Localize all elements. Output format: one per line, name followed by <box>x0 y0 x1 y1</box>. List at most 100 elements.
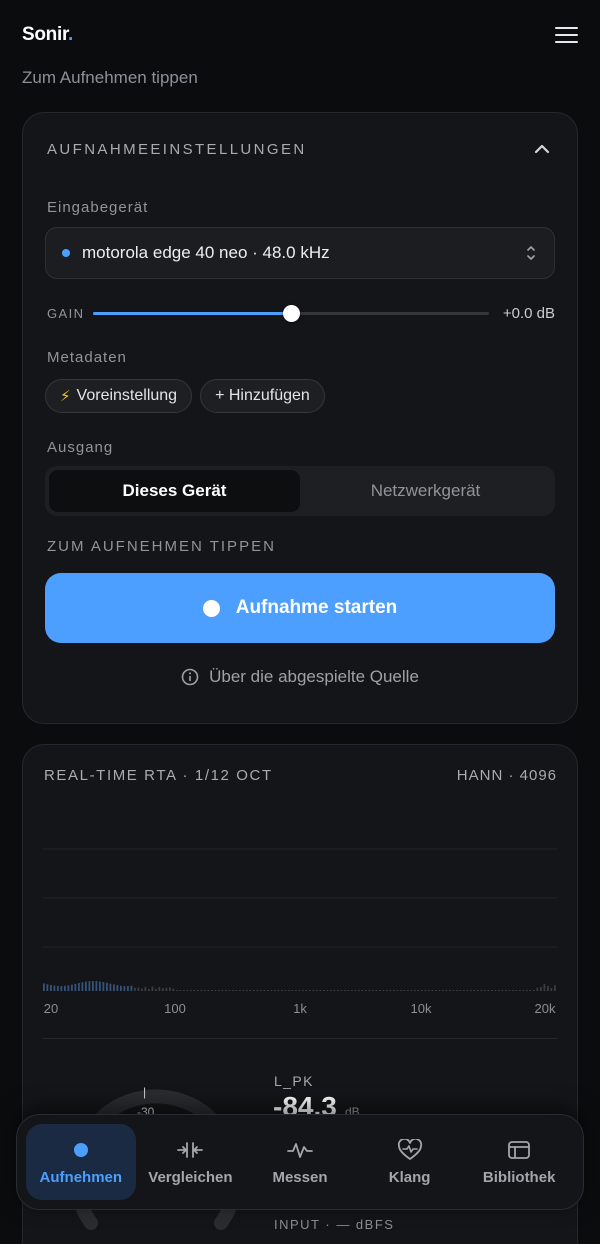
spectrum-bar <box>127 986 129 991</box>
spectrum-bar <box>375 990 378 991</box>
add-metadata-chip[interactable]: + Hinzufügen <box>200 379 325 413</box>
rta-spectrum-plot <box>43 848 557 991</box>
spectrum-bar <box>239 990 241 991</box>
spectrum-bar <box>386 990 388 991</box>
spectrum-bar <box>288 990 290 991</box>
spectrum-bar <box>193 990 196 991</box>
spectrum-bar <box>505 990 507 991</box>
spectrum-bar <box>60 986 63 991</box>
spectrum-bar <box>74 983 77 991</box>
spectrum-bar <box>435 990 437 991</box>
spectrum-bar <box>50 985 52 991</box>
spectrum-bar <box>393 990 395 991</box>
output-option-network-device[interactable]: Netzwerkgerät <box>300 470 551 512</box>
spectrum-bar <box>302 990 304 991</box>
spectrum-bar <box>442 990 444 991</box>
start-recording-button[interactable]: Aufnahme starten <box>45 573 555 643</box>
spectrum-bar <box>200 990 203 991</box>
gain-row: GAIN +0.0 dB <box>47 301 555 325</box>
chevron-up-icon[interactable] <box>531 138 553 160</box>
input-level-readout: INPUT · — dBFS <box>274 1217 395 1232</box>
preset-chip-label: Voreinstellung <box>76 387 178 404</box>
preset-chip[interactable]: ⚡ Voreinstellung <box>45 379 193 413</box>
spectrum-bar <box>102 982 105 991</box>
spectrum-bar <box>354 990 357 991</box>
gain-value: +0.0 dB <box>502 304 555 322</box>
spectrum-bar <box>344 990 346 991</box>
spectrum-bar <box>256 990 259 991</box>
spectrum-bar <box>221 990 224 991</box>
spectrum-bar <box>116 985 119 991</box>
spectrum-bar <box>554 985 556 991</box>
spectrum-bar <box>459 990 462 991</box>
spectrum-bar <box>232 990 234 991</box>
spectrum-bar <box>351 990 353 991</box>
spectrum-bar <box>204 990 206 991</box>
spectrum-bar <box>463 990 465 991</box>
spectrum-bar <box>333 990 336 991</box>
spectrum-bar <box>95 981 98 991</box>
record-hint: ZUM AUFNEHMEN TIPPEN <box>47 538 276 555</box>
spectrum-bar <box>358 990 360 991</box>
spectrum-bar <box>197 990 199 991</box>
gauge-tick: | <box>143 1085 147 1099</box>
spectrum-bar <box>480 990 483 991</box>
gain-slider[interactable] <box>93 301 489 325</box>
spectrum-bar <box>190 990 192 991</box>
output-option-this-device[interactable]: Dieses Gerät <box>49 470 300 512</box>
bottom-tab-bar: Aufnehmen Vergleichen Messen Klang Bibli… <box>16 1114 584 1210</box>
freq-label: 20 <box>43 1001 59 1016</box>
recording-settings-card: AUFNAHMEEINSTELLUNGEN Eingabegerät motor… <box>22 112 578 724</box>
output-label: Ausgang <box>47 439 114 456</box>
tab-label: Klang <box>388 1168 431 1186</box>
spectrum-bar <box>176 990 178 991</box>
spectrum-bar <box>379 990 381 991</box>
spectrum-bar <box>64 985 66 991</box>
info-circle-icon <box>181 668 199 686</box>
spectrum-bar <box>372 990 374 991</box>
spectrum-bar <box>403 990 406 991</box>
spectrum-bar <box>519 990 521 991</box>
spectrum-bar <box>312 990 315 991</box>
spectrum-bar <box>81 982 84 991</box>
spectrum-bar <box>225 990 227 991</box>
spectrum-bar <box>326 990 329 991</box>
tab-aufnehmen[interactable]: Aufnehmen <box>26 1124 136 1200</box>
spectrum-bar <box>109 983 112 991</box>
source-info-link[interactable]: Über die abgespielte Quelle <box>23 667 577 687</box>
spectrum-bar <box>396 990 399 991</box>
gain-slider-thumb[interactable] <box>282 305 300 322</box>
device-status-dot <box>62 249 70 257</box>
heart-pulse-icon <box>397 1138 423 1161</box>
spectrum-bar <box>113 984 115 991</box>
spectrum-bar <box>263 990 266 991</box>
tab-bibliothek[interactable]: Bibliothek <box>464 1124 574 1200</box>
app-logo[interactable]: Sonir. <box>22 24 73 46</box>
input-device-select[interactable]: motorola edge 40 neo · 48.0 kHz <box>45 227 555 279</box>
metadata-label: Metadaten <box>47 349 127 366</box>
spectrum-bar <box>99 981 101 991</box>
spectrum-bar <box>529 990 532 991</box>
rta-divider <box>43 1038 557 1039</box>
spectrum-bar <box>382 990 385 991</box>
tab-vergleichen[interactable]: Vergleichen <box>136 1124 246 1200</box>
spectrum-bar <box>309 990 311 991</box>
spectrum-bar <box>137 987 140 991</box>
record-dot-icon <box>202 599 220 617</box>
output-toggle: Dieses Gerät Netzwerkgerät <box>45 466 555 516</box>
record-dot-icon <box>68 1139 94 1161</box>
hamburger-menu-icon[interactable] <box>550 23 578 47</box>
spectrum-bar <box>389 990 392 991</box>
spectrum-bar <box>260 990 262 991</box>
tab-messen[interactable]: Messen <box>245 1124 355 1200</box>
spectrum-bar <box>274 990 276 991</box>
spectrum-bar <box>144 986 147 991</box>
spectrum-bar <box>57 985 59 991</box>
spectrum-bar <box>316 990 318 991</box>
spectrum-bar <box>533 990 535 991</box>
settings-header[interactable]: AUFNAHMEEINSTELLUNGEN <box>47 137 553 161</box>
tab-klang[interactable]: Klang <box>355 1124 465 1200</box>
spectrum-bar <box>78 983 80 991</box>
freq-label: 20k <box>534 1001 556 1016</box>
spectrum-bar <box>162 988 164 991</box>
